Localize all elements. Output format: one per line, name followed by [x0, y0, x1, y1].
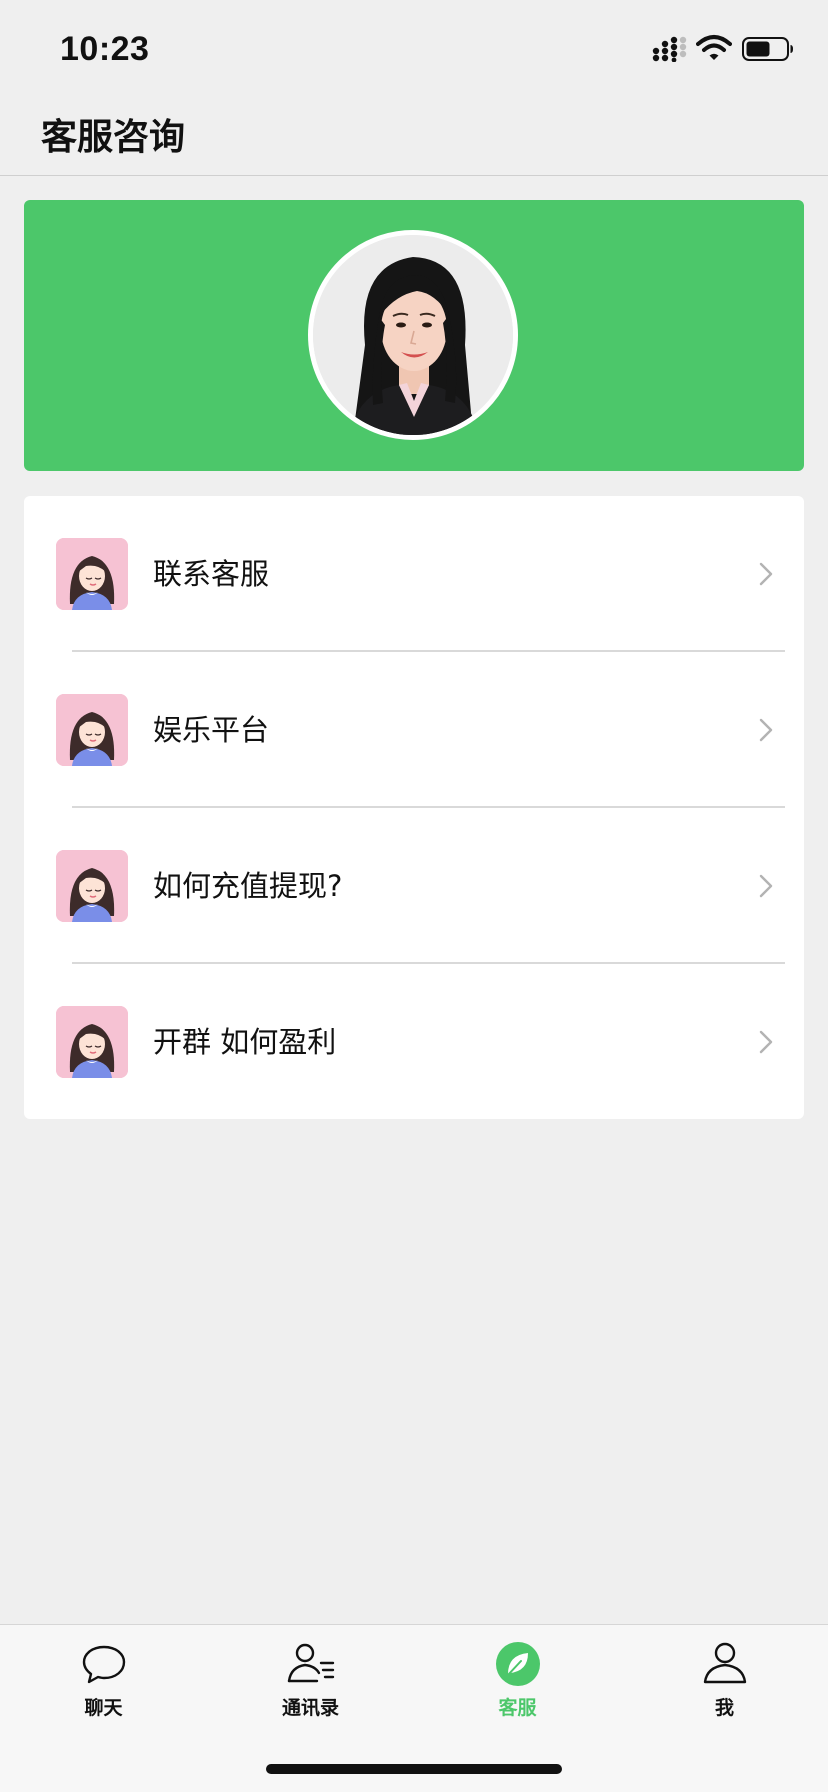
- tab-contacts[interactable]: 通讯录: [207, 1641, 414, 1731]
- page-title: 客服咨询: [41, 117, 186, 158]
- menu-item-label: 娱乐平台: [153, 713, 270, 747]
- cartoon-avatar-icon: [56, 538, 128, 610]
- screen: 10:23 客服咨询 联系客服 娱乐平台 如何充值提现? 开群 如何盈利 聊天 …: [0, 0, 828, 1792]
- menu-item-label: 联系客服: [153, 557, 270, 591]
- nav-bar: 客服咨询: [0, 96, 828, 176]
- chevron-right-icon: [759, 874, 773, 898]
- chevron-right-icon: [759, 562, 773, 586]
- signal-icon: [652, 36, 687, 62]
- cartoon-avatar-illustration: [56, 538, 128, 610]
- banner: [24, 200, 804, 471]
- tab-me[interactable]: 我: [621, 1641, 828, 1731]
- tab-chat[interactable]: 聊天: [0, 1641, 207, 1731]
- contacts-icon: [287, 1643, 335, 1683]
- menu-list: 联系客服 娱乐平台 如何充值提现? 开群 如何盈利: [24, 496, 804, 1119]
- cartoon-avatar-icon: [56, 850, 128, 922]
- tab-label: 客服: [498, 1697, 537, 1719]
- cartoon-avatar-illustration: [56, 850, 128, 922]
- menu-item-label: 如何充值提现?: [153, 869, 343, 903]
- cartoon-avatar-icon: [56, 694, 128, 766]
- wifi-icon: [696, 35, 732, 60]
- menu-item-recharge-withdraw[interactable]: 如何充值提现?: [24, 808, 804, 964]
- tab-label: 通讯录: [281, 1697, 339, 1719]
- chevron-right-icon: [759, 718, 773, 742]
- menu-item-label: 开群 如何盈利: [153, 1025, 337, 1059]
- cartoon-avatar-illustration: [56, 694, 128, 766]
- tab-customer-service[interactable]: 客服: [414, 1641, 621, 1731]
- status-time: 10:23: [60, 30, 150, 68]
- cartoon-avatar-illustration: [56, 1006, 128, 1078]
- cartoon-avatar-icon: [56, 1006, 128, 1078]
- menu-item-group-profit[interactable]: 开群 如何盈利: [24, 964, 804, 1120]
- tab-label: 聊天: [84, 1697, 123, 1719]
- tab-label: 我: [714, 1697, 734, 1719]
- menu-item-contact-service[interactable]: 联系客服: [24, 496, 804, 652]
- leaf-icon: [496, 1642, 540, 1686]
- battery-icon: [742, 37, 793, 61]
- menu-item-entertainment-platform[interactable]: 娱乐平台: [24, 652, 804, 808]
- chat-bubble-icon: [82, 1645, 126, 1684]
- home-indicator[interactable]: [266, 1764, 562, 1774]
- person-icon: [703, 1642, 747, 1684]
- profile-photo[interactable]: [308, 230, 518, 440]
- chevron-right-icon: [759, 1030, 773, 1054]
- profile-photo-illustration: [313, 235, 513, 435]
- status-bar: 10:23: [0, 0, 828, 96]
